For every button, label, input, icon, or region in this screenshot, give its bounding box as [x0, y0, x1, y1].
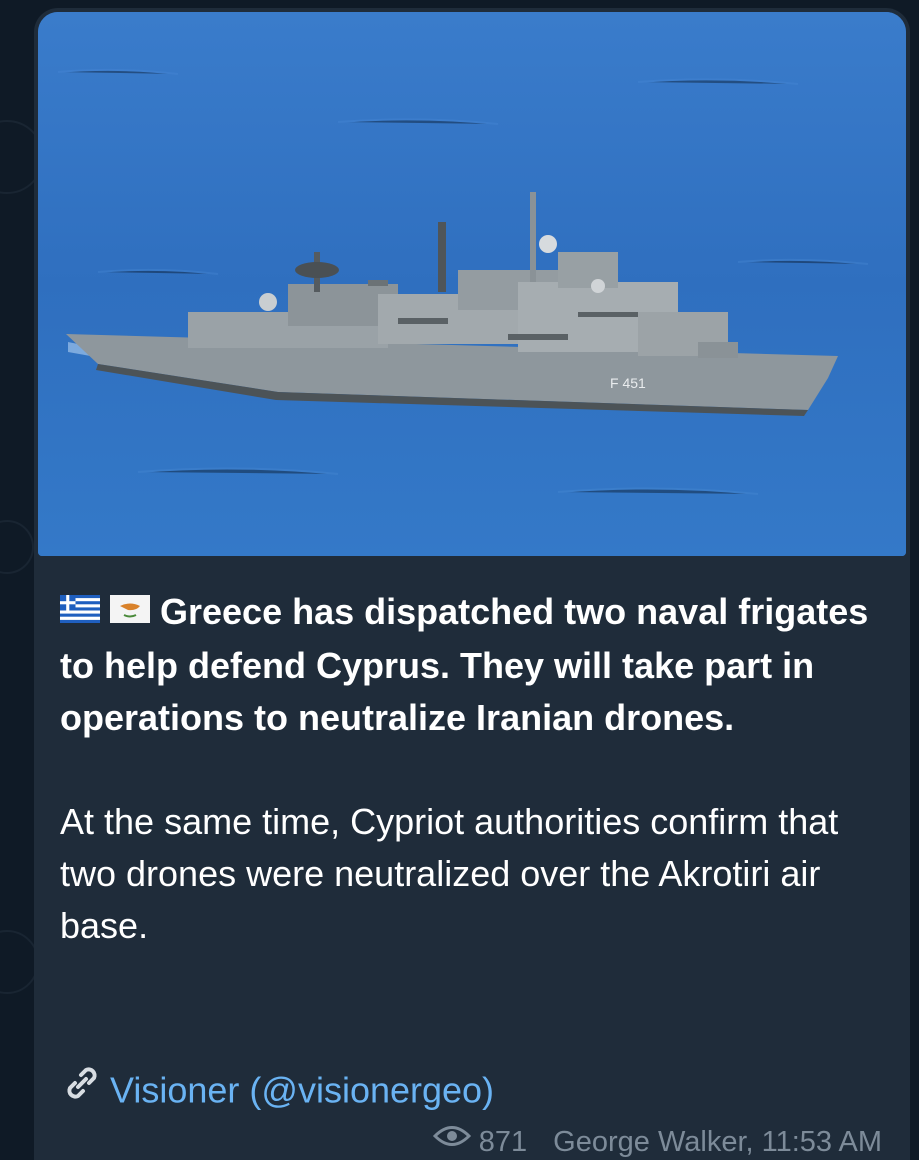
greece-flag-icon: [60, 585, 100, 637]
chat-background: F 451 Greece has dispatched two naval fr…: [0, 0, 919, 1160]
source-link[interactable]: Visioner (@visionergeo): [60, 1064, 494, 1122]
cyprus-flag-icon: [110, 585, 150, 637]
message-bubble[interactable]: F 451 Greece has dispatched two naval fr…: [34, 8, 910, 1160]
message-text: Greece has dispatched two naval frigates…: [60, 586, 890, 952]
warship-photo-image: F 451: [38, 12, 906, 556]
message-paragraph-1: Greece has dispatched two naval frigates…: [60, 586, 890, 744]
hull-marking: F 451: [610, 375, 646, 391]
link-icon: [60, 1061, 104, 1119]
message-paragraph-2: At the same time, Cypriot authorities co…: [60, 801, 839, 947]
background-doodle: [0, 520, 34, 574]
views-count: 871: [478, 1126, 528, 1158]
views-eye-icon: [432, 1120, 471, 1160]
message-meta: 871 George Walker, 11:53 AM: [432, 1120, 882, 1160]
source-link-text[interactable]: Visioner (@visionergeo): [110, 1070, 494, 1111]
message-photo[interactable]: F 451: [38, 12, 906, 556]
author-time: George Walker, 11:53 AM: [553, 1126, 882, 1158]
